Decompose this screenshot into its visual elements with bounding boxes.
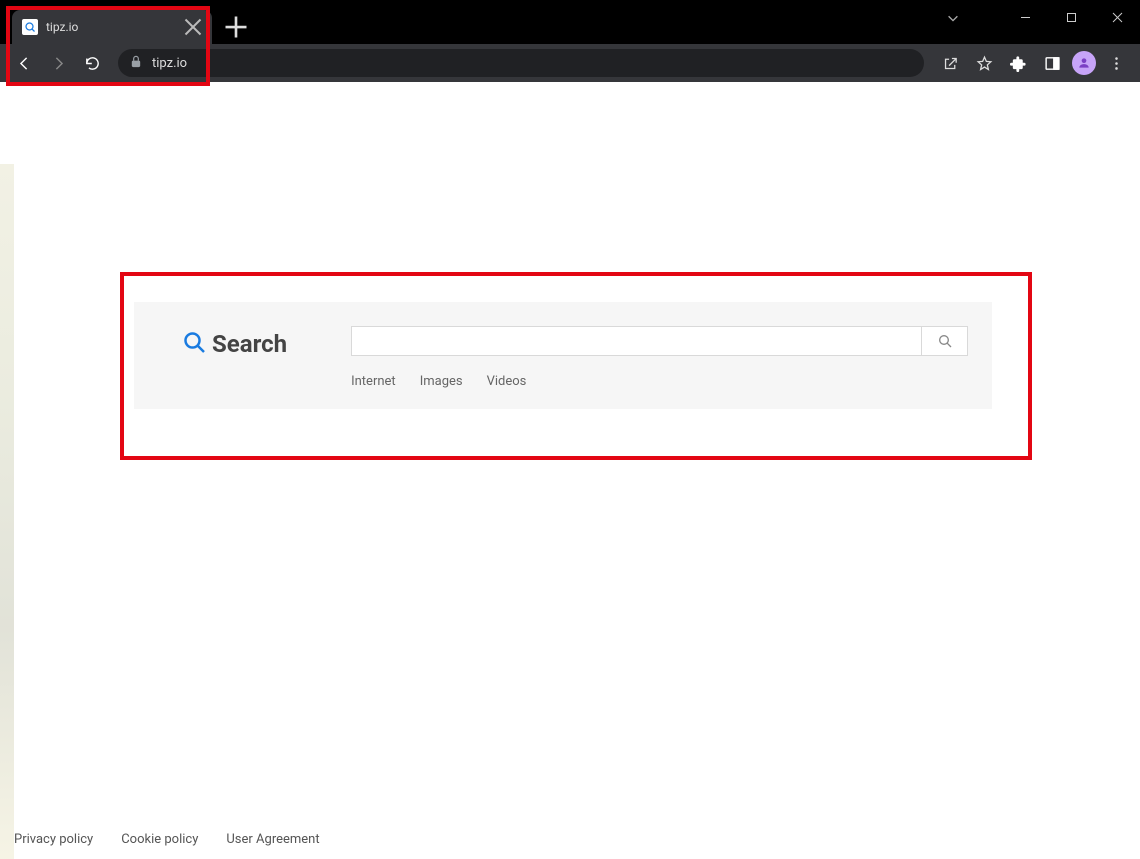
extensions-icon[interactable]	[1004, 49, 1032, 77]
window-controls	[1002, 0, 1140, 34]
address-url: tipz.io	[152, 56, 187, 71]
tab-bar: tipz.io	[0, 0, 1140, 44]
page-content: Search Internet Images Videos Privacy po…	[0, 82, 1140, 859]
side-panel-icon[interactable]	[1038, 49, 1066, 77]
search-logo-text: Search	[212, 330, 287, 358]
decorative-strip	[0, 164, 14, 859]
reload-button[interactable]	[78, 49, 106, 77]
minimize-button[interactable]	[1002, 2, 1048, 32]
share-icon[interactable]	[936, 49, 964, 77]
search-category-tabs: Internet Images Videos	[351, 374, 968, 389]
tab-title: tipz.io	[46, 20, 78, 34]
menu-button[interactable]	[1102, 49, 1130, 77]
cookie-policy-link[interactable]: Cookie policy	[121, 832, 198, 847]
close-window-button[interactable]	[1094, 2, 1140, 32]
close-tab-button[interactable]	[184, 18, 202, 36]
forward-button[interactable]	[44, 49, 72, 77]
lock-icon	[130, 55, 142, 72]
browser-window: tipz.io	[0, 0, 1140, 859]
browser-tab[interactable]: tipz.io	[12, 10, 212, 44]
search-tab-internet[interactable]: Internet	[351, 374, 396, 389]
search-tab-images[interactable]: Images	[420, 374, 463, 389]
toolbar-right	[936, 49, 1130, 77]
search-tab-videos[interactable]: Videos	[487, 374, 527, 389]
back-button[interactable]	[10, 49, 38, 77]
tab-favicon-icon	[22, 19, 38, 35]
address-bar[interactable]: tipz.io	[118, 49, 924, 77]
search-submit-button[interactable]	[921, 327, 967, 355]
profile-avatar[interactable]	[1072, 51, 1096, 75]
search-panel: Search Internet Images Videos	[134, 302, 992, 409]
new-tab-button[interactable]	[222, 13, 250, 41]
user-agreement-link[interactable]: User Agreement	[226, 832, 319, 847]
tab-list-dropdown[interactable]	[946, 10, 960, 29]
search-logo: Search	[182, 330, 287, 358]
browser-toolbar: tipz.io	[0, 44, 1140, 82]
privacy-policy-link[interactable]: Privacy policy	[14, 832, 93, 847]
search-box	[351, 326, 968, 356]
maximize-button[interactable]	[1048, 2, 1094, 32]
search-logo-icon	[182, 330, 206, 358]
bookmark-star-icon[interactable]	[970, 49, 998, 77]
search-input[interactable]	[352, 327, 921, 355]
footer-links: Privacy policy Cookie policy User Agreem…	[14, 832, 320, 847]
